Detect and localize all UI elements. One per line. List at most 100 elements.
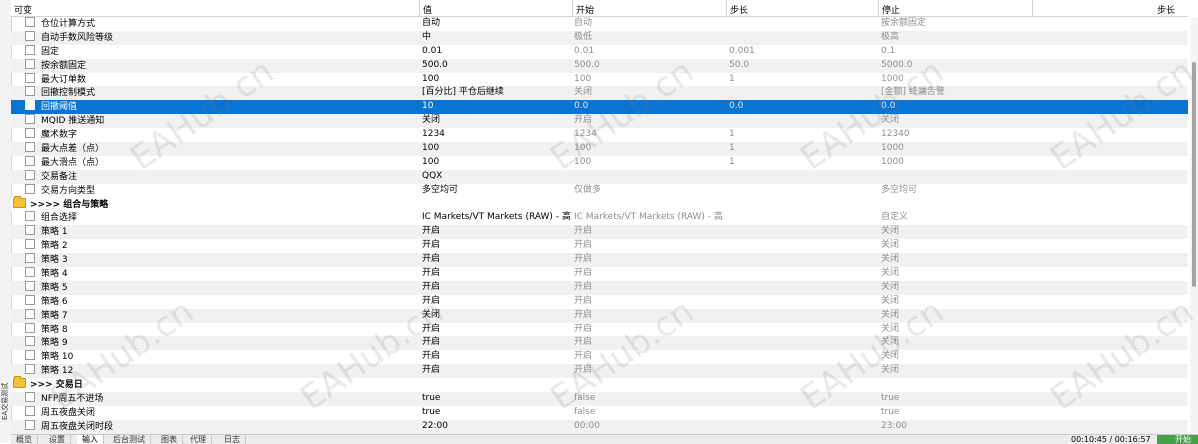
stop-cell[interactable]: 5000.0	[881, 59, 1031, 73]
table-row[interactable]: 策略 4 开启 开启 关闭	[11, 267, 1188, 281]
optimize-checkbox[interactable]	[25, 142, 35, 153]
optimize-checkbox[interactable]	[25, 58, 35, 69]
step-cell[interactable]: 1	[729, 156, 879, 170]
header-stop[interactable]: 停止	[882, 3, 900, 16]
table-row[interactable]: 策略 10 开启 开启 关闭	[11, 350, 1188, 364]
value-cell[interactable]: 500.0	[422, 59, 572, 73]
optimize-checkbox[interactable]	[25, 114, 35, 125]
optimize-checkbox[interactable]	[25, 44, 35, 55]
optimize-checkbox[interactable]	[25, 308, 35, 319]
header-variable[interactable]: 可变	[14, 3, 32, 16]
value-cell[interactable]: 开启	[422, 239, 572, 253]
table-row[interactable]: 回撤控制模式 [百分比] 平仓后继续 关闭 [金额] 终端告警	[11, 86, 1188, 101]
start-cell[interactable]: 仅做多	[574, 184, 724, 198]
start-cell[interactable]: 0.0	[574, 100, 724, 114]
stop-cell[interactable]: 关闭	[881, 309, 1031, 323]
table-row[interactable]: 自动手数风险等级 中极低 极高	[11, 30, 1188, 45]
value-cell[interactable]: 1234	[422, 128, 572, 142]
stop-cell[interactable]: 关闭	[881, 364, 1031, 378]
stop-cell[interactable]: 关闭	[881, 281, 1031, 295]
stop-cell[interactable]: 极高	[881, 31, 1031, 45]
value-cell[interactable]: 关闭	[422, 309, 572, 323]
value-cell[interactable]: 开启	[422, 323, 572, 337]
optimize-checkbox[interactable]	[25, 155, 35, 166]
value-cell[interactable]: 10	[422, 100, 572, 114]
table-row[interactable]: 周五夜盘关闭 true false true	[11, 405, 1188, 420]
stop-cell[interactable]: 1000	[881, 73, 1031, 87]
start-cell[interactable]: IC Markets/VT Markets (RAW) - 高...	[574, 211, 724, 225]
start-cell[interactable]: 关闭	[574, 86, 724, 100]
table-row[interactable]: 策略 7 关闭 开启 关闭	[11, 308, 1188, 323]
table-row[interactable]: 交易备注 QQX	[11, 169, 1188, 184]
start-cell[interactable]: 1234	[574, 128, 724, 142]
table-row[interactable]: 策略 3 开启 开启 关闭	[11, 253, 1188, 268]
table-row[interactable]: 最大滑点（点） 100 100 1 1000	[11, 155, 1188, 170]
table-row[interactable]: 策略 6 开启 开启 关闭	[11, 294, 1188, 309]
start-cell[interactable]: 500.0	[574, 59, 724, 73]
table-row[interactable]: MQID 推送通知 关闭 开启 关闭	[11, 114, 1188, 129]
optimize-checkbox[interactable]	[25, 267, 35, 278]
table-row[interactable]: 最大订单数 100 100 1 1000	[11, 72, 1188, 87]
stop-cell[interactable]: 关闭	[881, 225, 1031, 239]
value-cell[interactable]: 开启	[422, 281, 572, 295]
value-cell[interactable]: true	[422, 406, 572, 420]
header-step2[interactable]: 步长	[1157, 3, 1175, 16]
value-cell[interactable]: 自动	[422, 17, 572, 31]
table-row[interactable]: 按余额固定 500.0 500.0 50.0 5000.0	[11, 58, 1188, 73]
value-cell[interactable]: 0.01	[422, 45, 572, 59]
step-cell[interactable]: 1	[729, 142, 879, 156]
start-cell[interactable]: 0.01	[574, 45, 724, 59]
table-row[interactable]: 策略 12 开启 开启 关闭	[11, 364, 1188, 379]
table-row[interactable]: NFP周五不进场 true false true	[11, 392, 1188, 406]
value-cell[interactable]: 100	[422, 156, 572, 170]
value-cell[interactable]: 100	[422, 73, 572, 87]
optimize-checkbox[interactable]	[25, 280, 35, 291]
start-cell[interactable]: 开启	[574, 295, 724, 309]
optimize-checkbox[interactable]	[25, 100, 35, 111]
optimize-checkbox[interactable]	[25, 17, 35, 27]
stop-cell[interactable]: 关闭	[881, 336, 1031, 350]
start-cell[interactable]: 开启	[574, 239, 724, 253]
start-cell[interactable]: 开启	[574, 309, 724, 323]
start-cell[interactable]: 开启	[574, 281, 724, 295]
step-cell[interactable]: 0.0	[729, 100, 879, 114]
value-cell[interactable]: 关闭	[422, 114, 572, 128]
value-cell[interactable]: 100	[422, 142, 572, 156]
stop-cell[interactable]: 关闭	[881, 323, 1031, 337]
optimize-checkbox[interactable]	[25, 392, 35, 403]
value-cell[interactable]: 多空均可	[422, 184, 572, 198]
table-row[interactable]: 回撤阈值 10 0.0 0.0 0.0	[11, 100, 1188, 115]
optimize-checkbox[interactable]	[25, 72, 35, 83]
stop-cell[interactable]: 关闭	[881, 267, 1031, 281]
optimize-checkbox[interactable]	[25, 322, 35, 333]
group-row[interactable]: >>>> 组合与策略	[11, 195, 1188, 212]
value-cell[interactable]: IC Markets/VT Markets (RAW) - 高...	[422, 211, 572, 225]
start-cell[interactable]: false	[574, 392, 724, 406]
value-cell[interactable]: 中	[422, 31, 572, 45]
optimize-checkbox[interactable]	[25, 239, 35, 250]
start-cell[interactable]: 100	[574, 73, 724, 87]
table-row[interactable]: 策略 5 开启 开启 关闭	[11, 280, 1188, 295]
table-row[interactable]: 策略 9 开启 开启 关闭	[11, 336, 1188, 351]
table-row[interactable]: 仓位计算方式 自动 自动 按余额固定	[11, 17, 1188, 31]
optimize-checkbox[interactable]	[25, 225, 35, 236]
start-cell[interactable]: false	[574, 406, 724, 420]
stop-cell[interactable]: 按余额固定	[881, 17, 1031, 31]
start-cell[interactable]: 开启	[574, 323, 724, 337]
stop-cell[interactable]: 关闭	[881, 114, 1031, 128]
value-cell[interactable]: 开启	[422, 225, 572, 239]
start-cell[interactable]: 开启	[574, 114, 724, 128]
step-cell[interactable]: 0.001	[729, 45, 879, 59]
stop-cell[interactable]: 关闭	[881, 239, 1031, 253]
stop-cell[interactable]: 1000	[881, 156, 1031, 170]
value-cell[interactable]: true	[422, 392, 572, 406]
value-cell[interactable]: QQX	[422, 170, 572, 184]
start-cell[interactable]: 00:00	[574, 420, 724, 434]
group-row[interactable]: >>> 交易日	[11, 376, 1188, 393]
value-cell[interactable]: 开启	[422, 336, 572, 350]
start-cell[interactable]: 极低	[574, 31, 724, 45]
stop-cell[interactable]: 关闭	[881, 295, 1031, 309]
optimize-checkbox[interactable]	[25, 86, 35, 97]
table-row[interactable]: 魔术数字 1234 1234 1 12340	[11, 128, 1188, 142]
header-start[interactable]: 开始	[576, 3, 594, 16]
